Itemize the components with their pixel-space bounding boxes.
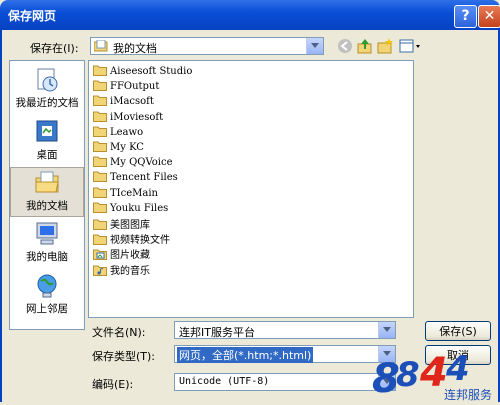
file-list-item[interactable]: 我的音乐: [93, 262, 150, 277]
file-name: Tencent Files: [110, 172, 178, 184]
filename-input[interactable]: 连邦IT服务平台: [174, 321, 396, 339]
watermark-text: 连邦服务: [444, 388, 493, 402]
new-folder-button[interactable]: [376, 37, 396, 55]
file-name: Leawo: [110, 126, 144, 138]
places-bar: 我最近的文档 桌面 我的文档 我的电脑 网上邻居: [9, 60, 85, 330]
place-label: 我最近的文档: [15, 97, 79, 109]
file-list[interactable]: Aiseesoft Studio FFOutput iMacsoft iMovieso…: [88, 60, 414, 318]
filename-value: 连邦IT服务平台: [179, 326, 255, 339]
file-name: iMacsoft: [110, 96, 154, 108]
svg-text:8: 8: [396, 355, 420, 395]
file-list-item[interactable]: 美图图库: [93, 216, 150, 231]
file-name: My KC: [110, 142, 144, 153]
save-in-value: 我的文档: [113, 42, 157, 55]
folder-icon: [93, 187, 107, 198]
file-list-item[interactable]: Tencent Files: [93, 170, 178, 185]
folder-icon: [93, 219, 107, 230]
file-list-item[interactable]: TIceMain: [93, 186, 158, 201]
encoding-dropdown[interactable]: Unicode (UTF-8): [174, 373, 396, 391]
folder-icon: [93, 141, 107, 152]
close-button[interactable]: ✕: [478, 5, 500, 28]
my-documents-icon: [35, 171, 59, 193]
file-name: 视频转换文件: [110, 235, 170, 247]
music-folder-icon: [93, 265, 107, 276]
folder-icon: [93, 156, 107, 168]
place-label: 我的电脑: [26, 251, 68, 263]
close-icon: ✕: [483, 8, 496, 24]
folder-icon: [93, 111, 107, 122]
views-icon: [399, 39, 420, 53]
help-icon: ?: [461, 8, 470, 24]
folder-icon: [93, 95, 107, 107]
folder-icon: [93, 65, 107, 76]
file-list-item[interactable]: My KC: [93, 140, 144, 155]
file-list-item[interactable]: iMacsoft: [93, 94, 154, 109]
svg-text:4: 4: [445, 352, 470, 389]
file-name: 美图图库: [110, 220, 150, 231]
file-list-item[interactable]: Aiseesoft Studio: [93, 64, 192, 79]
file-list-item[interactable]: Youku Files: [93, 201, 168, 216]
file-list-item[interactable]: Leawo: [93, 125, 143, 140]
watermark-logo: 8 8 4 4 连邦服务: [370, 349, 500, 402]
save-button[interactable]: 保存(S): [425, 321, 491, 341]
file-list-item[interactable]: 图片收藏: [93, 246, 150, 261]
file-name: FFOutput: [110, 81, 160, 93]
file-list-item[interactable]: iMoviesoft: [93, 110, 163, 125]
filetype-value: 网页，全部(*.htm;*.html): [177, 347, 314, 363]
place-label: 网上邻居: [26, 303, 68, 315]
my-documents-icon: [94, 40, 108, 52]
file-name: Aiseesoft Studio: [110, 66, 193, 77]
folder-icon: [93, 126, 107, 137]
file-list-item[interactable]: FFOutput: [93, 79, 159, 94]
file-name: My QQVoice: [110, 157, 173, 169]
folder-icon: [93, 234, 107, 246]
save-in-label: 保存在(I):: [30, 42, 79, 55]
place-network-places[interactable]: 网上邻居: [10, 271, 84, 321]
chevron-down-icon[interactable]: [306, 38, 323, 54]
file-name: 我的音乐: [110, 265, 150, 277]
place-label: 我的文档: [26, 200, 68, 212]
chevron-down-icon[interactable]: [378, 322, 395, 338]
network-places-icon: [37, 274, 57, 298]
folder-icon: [93, 202, 107, 213]
new-folder-icon: [377, 38, 393, 54]
encoding-value: Unicode (UTF-8): [179, 376, 270, 387]
back-arrow-icon: [338, 39, 352, 53]
place-desktop[interactable]: 桌面: [10, 117, 84, 167]
help-button[interactable]: ?: [454, 5, 477, 28]
back-button[interactable]: [336, 37, 356, 55]
recent-documents-icon: [37, 68, 58, 92]
place-my-documents[interactable]: 我的文档: [10, 167, 84, 217]
file-list-item[interactable]: 视频转换文件: [93, 231, 170, 246]
file-name: iMoviesoft: [110, 111, 164, 123]
save-in-dropdown[interactable]: 我的文档: [90, 37, 324, 55]
encoding-label: 编码(E):: [92, 378, 134, 391]
filename-label: 文件名(N):: [92, 326, 146, 339]
place-label: 桌面: [36, 149, 58, 161]
filetype-label: 保存类型(T):: [92, 350, 156, 363]
folder-icon: [93, 171, 107, 183]
file-name: Youku Files: [110, 202, 169, 214]
folder-icon: [93, 80, 107, 92]
title-bar[interactable]: 保存网页 ? ✕: [0, 0, 500, 30]
filetype-dropdown[interactable]: 网页，全部(*.htm;*.html): [174, 345, 396, 363]
views-menu-button[interactable]: [398, 37, 422, 55]
pictures-folder-icon: [93, 249, 107, 261]
file-name: 图片收藏: [110, 250, 150, 262]
file-list-item[interactable]: My QQVoice: [93, 155, 173, 170]
up-folder-icon: [357, 39, 372, 54]
place-my-computer[interactable]: 我的电脑: [10, 219, 84, 269]
file-name: TIceMain: [110, 187, 158, 199]
desktop-icon: [36, 120, 58, 142]
place-recent-documents[interactable]: 我最近的文档: [10, 65, 84, 115]
window-title: 保存网页: [8, 9, 57, 23]
my-computer-icon: [36, 222, 58, 245]
up-folder-button[interactable]: [356, 37, 376, 55]
